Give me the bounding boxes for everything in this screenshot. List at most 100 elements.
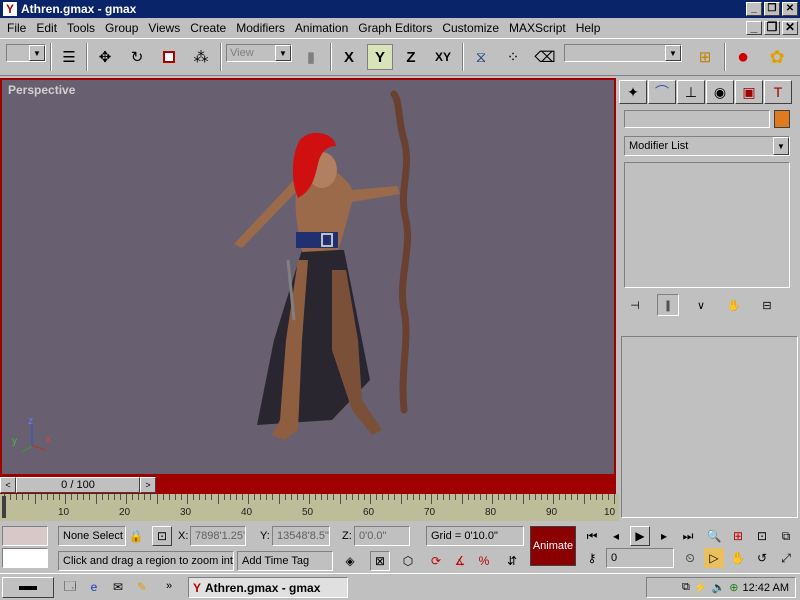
menu-group[interactable]: Group xyxy=(100,21,143,35)
animate-button[interactable]: Animate xyxy=(530,526,576,566)
region-zoom-icon[interactable]: ▷ xyxy=(704,548,724,568)
arc-rotate-icon[interactable]: ↺ xyxy=(752,548,772,568)
y-coord-field[interactable]: 13548'8.5" xyxy=(272,526,330,546)
menu-edit[interactable]: Edit xyxy=(31,21,62,35)
key-mode-icon[interactable]: ⚷ xyxy=(582,548,602,568)
time-slider-thumb[interactable]: 0 / 100 xyxy=(16,477,140,493)
menu-maxscript[interactable]: MAXScript xyxy=(504,21,571,35)
goto-end-icon[interactable]: ⏭ xyxy=(678,526,698,546)
zoom-icon[interactable]: 🔍 xyxy=(704,526,724,546)
menu-views[interactable]: Views xyxy=(143,21,185,35)
menu-file[interactable]: File xyxy=(2,21,31,35)
spinner-snap-icon[interactable]: ⇵ xyxy=(502,551,522,571)
restore-button[interactable]: ❐ xyxy=(764,2,780,16)
outlook-icon[interactable]: ✉ xyxy=(108,577,128,597)
close-button[interactable]: ✕ xyxy=(782,2,798,16)
zoom-all-icon[interactable]: ⊞ xyxy=(728,526,748,546)
utilities-icon[interactable]: T xyxy=(764,80,792,104)
snap-3d-icon[interactable]: ⟳ xyxy=(426,551,446,571)
maxscript-listener-pink[interactable] xyxy=(2,526,48,546)
minimize-button[interactable]: _ xyxy=(746,2,762,16)
pin-stack-icon[interactable]: ⊣ xyxy=(624,294,646,316)
quicklaunch-more[interactable]: » xyxy=(166,580,172,592)
menu-help[interactable]: Help xyxy=(571,21,606,35)
restrict-xy-button[interactable]: XY xyxy=(430,44,456,70)
quick-render-icon[interactable]: ✿ xyxy=(764,44,790,70)
mdi-minimize-button[interactable]: _ xyxy=(746,21,762,35)
menu-tools[interactable]: Tools xyxy=(62,21,100,35)
undo-dropdown[interactable]: ▼ xyxy=(6,44,46,62)
internet-explorer-icon[interactable]: e xyxy=(84,577,104,597)
network-icon[interactable]: ⧉ xyxy=(682,581,690,594)
volume-icon[interactable]: 🔈 xyxy=(712,581,726,594)
x-coord-field[interactable]: 7898'1.25" xyxy=(190,526,246,546)
modifier-list-dropdown[interactable]: Modifier List ▼ xyxy=(624,136,790,156)
time-prev-button[interactable]: < xyxy=(0,477,16,493)
align-icon[interactable]: ⊞ xyxy=(692,44,718,70)
modifier-stack[interactable] xyxy=(624,162,790,288)
selection-lock-icon[interactable]: ⊠ xyxy=(370,551,390,571)
taskbar-gmax-button[interactable]: Y Athren.gmax - gmax xyxy=(188,577,348,598)
quicklaunch-app-icon[interactable]: ✎ xyxy=(132,577,152,597)
next-frame-icon[interactable]: ▸ xyxy=(654,526,674,546)
restrict-y-button[interactable]: Y xyxy=(367,44,393,70)
eraser-icon[interactable]: ⌫ xyxy=(532,44,558,70)
remove-modifier-icon[interactable]: ✋ xyxy=(723,294,745,316)
array-icon[interactable]: ⁘ xyxy=(500,44,526,70)
reference-coordinate-dropdown[interactable]: View ▼ xyxy=(226,44,292,62)
menu-modifiers[interactable]: Modifiers xyxy=(231,21,290,35)
desktop-icon[interactable]: 🗔 xyxy=(60,577,80,597)
object-name-field[interactable] xyxy=(624,110,770,128)
configure-modifier-sets-icon[interactable]: ⊟ xyxy=(756,294,778,316)
make-unique-icon[interactable]: ∨ xyxy=(690,294,712,316)
menu-customize[interactable]: Customize xyxy=(437,21,504,35)
zoom-extents-all-icon[interactable]: ⧉ xyxy=(776,526,796,546)
cube-icon[interactable]: ◈ xyxy=(340,551,360,571)
zoom-extents-icon[interactable]: ⊡ xyxy=(752,526,772,546)
motion-icon[interactable]: ◉ xyxy=(706,80,734,104)
z-coord-field[interactable]: 0'0.0" xyxy=(354,526,410,546)
menu-create[interactable]: Create xyxy=(185,21,231,35)
pivot-center-icon[interactable]: ▮ xyxy=(298,44,324,70)
mirror-icon[interactable]: ⧖ xyxy=(468,44,494,70)
add-time-tag-field[interactable]: Add Time Tag xyxy=(237,551,333,571)
perspective-viewport[interactable]: Perspective z x y xyxy=(0,78,616,476)
start-button[interactable] xyxy=(2,577,54,598)
security-icon[interactable]: ⚡ xyxy=(694,581,708,594)
goto-start-icon[interactable]: ⏮ xyxy=(582,526,602,546)
percent-snap-icon[interactable]: % xyxy=(474,551,494,571)
restrict-x-button[interactable]: X xyxy=(336,44,362,70)
absolute-mode-icon[interactable]: ⊡ xyxy=(152,526,172,546)
pan-icon[interactable]: ✋ xyxy=(728,548,748,568)
mdi-restore-button[interactable]: ❐ xyxy=(764,21,780,35)
time-next-button[interactable]: > xyxy=(140,477,156,493)
play-icon[interactable]: ▶ xyxy=(630,526,650,546)
time-configuration-icon[interactable]: ⏲ xyxy=(680,548,700,568)
prev-frame-icon[interactable]: ◂ xyxy=(606,526,626,546)
menu-animation[interactable]: Animation xyxy=(290,21,353,35)
track-bar[interactable]: 10 20 30 40 50 60 70 80 90 10 xyxy=(0,494,619,521)
lock-icon[interactable]: 🔒 xyxy=(126,526,146,546)
select-by-name-icon[interactable]: ☰ xyxy=(56,44,82,70)
scale-icon[interactable] xyxy=(156,44,182,70)
menu-graph-editors[interactable]: Graph Editors xyxy=(353,21,437,35)
object-color-swatch[interactable] xyxy=(774,110,790,128)
pivot-icon[interactable]: ⁂ xyxy=(188,44,214,70)
crossing-selection-icon[interactable]: ⬡ xyxy=(398,551,418,571)
create-icon[interactable]: ✦ xyxy=(619,80,647,104)
named-selection-dropdown[interactable]: ▼ xyxy=(564,44,682,62)
hierarchy-icon[interactable]: ⊥ xyxy=(677,80,705,104)
display-icon[interactable]: ▣ xyxy=(735,80,763,104)
current-frame-field[interactable]: 0 xyxy=(606,548,674,568)
render-scene-icon[interactable]: ● xyxy=(730,44,756,70)
angle-snap-icon[interactable]: ∡ xyxy=(450,551,470,571)
move-icon[interactable]: ✥ xyxy=(92,44,118,70)
update-icon[interactable]: ⊕ xyxy=(729,581,738,594)
maxscript-listener-white[interactable] xyxy=(2,548,48,568)
show-end-result-icon[interactable]: ∥ xyxy=(657,294,679,316)
restrict-z-button[interactable]: Z xyxy=(398,44,424,70)
maximize-viewport-icon[interactable]: ⤢ xyxy=(776,548,796,568)
modify-icon[interactable]: ⌒ xyxy=(648,80,676,104)
mdi-close-button[interactable]: ✕ xyxy=(782,21,798,35)
rotate-icon[interactable]: ↻ xyxy=(124,44,150,70)
